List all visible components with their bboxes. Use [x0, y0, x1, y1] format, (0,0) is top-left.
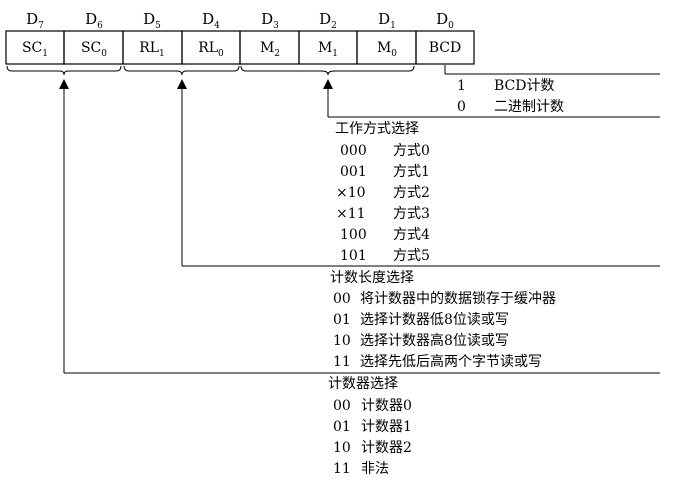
mode-option-desc: 方式0 — [393, 143, 430, 159]
bcd-option-code: 0 — [457, 99, 466, 115]
cell-label-rl1: RL1 — [139, 40, 165, 59]
mode-option-code: ×10 — [336, 185, 366, 201]
bcd-option-desc: BCD计数 — [494, 78, 554, 94]
bit-name-d2: D2 — [319, 10, 337, 31]
counter-option-desc: 计数器0 — [361, 398, 412, 414]
counter-option-code: 00 — [333, 398, 351, 414]
rw-section: 计数长度选择 00 将计数器中的数据锁存于缓冲器 01 选择计数器低8位读或写 … — [330, 270, 556, 370]
control-word-diagram: D7 D6 D5 D4 D3 D2 D1 D0 SC1 SC0 RL1 RL0 … — [5, 10, 660, 477]
cell-label-sc0: SC0 — [81, 40, 107, 59]
cell-label-rl0: RL0 — [198, 40, 224, 59]
mode-option-desc: 方式4 — [393, 227, 430, 243]
counter-option-desc: 计数器1 — [361, 419, 412, 435]
counter-option-desc: 计数器2 — [361, 440, 412, 456]
bcd-option-code: 1 — [457, 78, 466, 94]
register-cells — [5, 30, 475, 65]
bit-name-d1: D1 — [378, 10, 396, 31]
mode-section: 工作方式选择 000 方式0 001 方式1 ×10 方式2 ×11 方式3 1… — [335, 121, 430, 264]
counter-title: 计数器选择 — [328, 376, 398, 392]
mode-option-code: ×11 — [336, 206, 366, 222]
mode-option-code: 101 — [340, 248, 367, 264]
bit-name-d7: D7 — [26, 10, 44, 31]
cell-label-m0: M0 — [377, 40, 397, 59]
brace-sc — [6, 65, 122, 76]
rw-option-code: 00 — [333, 291, 351, 307]
register-cell-labels: SC1 SC0 RL1 RL0 M2 M1 M0 BCD — [22, 40, 461, 59]
rw-option-code: 10 — [333, 333, 351, 349]
rw-option-code: 01 — [333, 312, 351, 328]
rw-title: 计数长度选择 — [330, 270, 414, 286]
bit-name-d3: D3 — [261, 10, 279, 31]
rw-option-desc: 选择先低后高两个字节读或写 — [360, 353, 542, 370]
counter-option-code: 10 — [333, 440, 351, 456]
bcd-option-desc: 二进制计数 — [494, 99, 564, 115]
mode-option-desc: 方式3 — [393, 206, 430, 222]
cell-label-sc1: SC1 — [22, 40, 48, 59]
counter-section: 计数器选择 00 计数器0 01 计数器1 10 计数器2 11 非法 — [328, 376, 412, 477]
mode-option-desc: 方式2 — [393, 185, 430, 201]
bcd-options: 1 BCD计数 0 二进制计数 — [457, 78, 564, 115]
bit-name-d0: D0 — [436, 10, 454, 31]
mode-option-code: 001 — [340, 164, 367, 180]
mode-option-code: 000 — [340, 143, 367, 159]
cell-label-m2: M2 — [260, 40, 280, 59]
rw-option-desc: 将计数器中的数据锁存于缓冲器 — [360, 291, 556, 307]
rw-option-desc: 选择计数器低8位读或写 — [360, 311, 509, 328]
brace-rl — [123, 65, 240, 76]
mode-option-code: 100 — [340, 227, 367, 243]
underbraces — [6, 65, 415, 76]
bit-name-d5: D5 — [143, 10, 161, 31]
rw-option-code: 11 — [333, 354, 351, 370]
mode-option-desc: 方式1 — [393, 164, 430, 180]
counter-option-code: 01 — [333, 419, 351, 435]
cell-label-m1: M1 — [318, 40, 338, 59]
mode-title: 工作方式选择 — [335, 121, 419, 137]
brace-mode — [240, 65, 415, 76]
cell-label-bcd: BCD — [429, 40, 461, 56]
bit-names: D7 D6 D5 D4 D3 D2 D1 D0 — [26, 10, 454, 31]
bit-name-d6: D6 — [85, 10, 103, 31]
counter-option-code: 11 — [333, 461, 351, 477]
counter-option-desc: 非法 — [361, 461, 389, 477]
mode-option-desc: 方式5 — [393, 248, 430, 264]
bit-name-d4: D4 — [202, 10, 220, 31]
rw-option-desc: 选择计数器高8位读或写 — [360, 332, 509, 349]
